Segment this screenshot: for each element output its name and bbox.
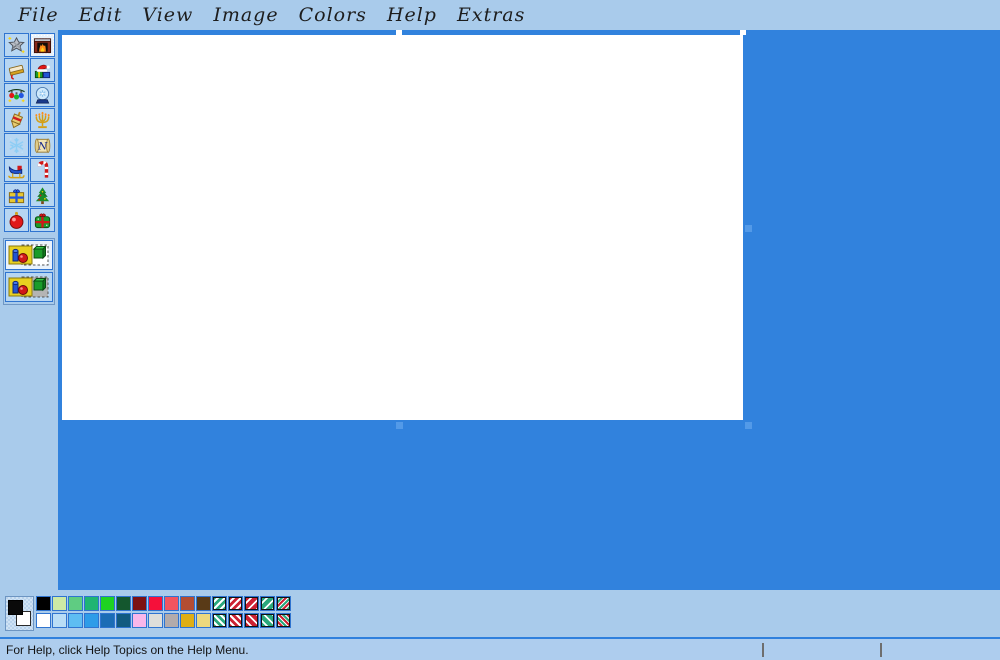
color-swatch[interactable]: [116, 596, 131, 611]
holiday-book-icon: [7, 61, 26, 80]
star-scissors-icon: [7, 36, 26, 55]
color-swatch[interactable]: [36, 596, 51, 611]
color-swatch[interactable]: [276, 596, 291, 611]
canvas-resize-handle-top[interactable]: [396, 30, 402, 35]
workspace: [58, 30, 1000, 590]
status-separator: [880, 643, 882, 657]
opaque-paste-icon: [7, 242, 51, 268]
menu-view[interactable]: View: [132, 4, 203, 26]
color-swatch[interactable]: [212, 613, 227, 628]
palette-row-bottom: [36, 613, 291, 628]
christmas-tree-icon: [33, 186, 52, 205]
color-swatch[interactable]: [100, 613, 115, 628]
color-swatch[interactable]: [68, 613, 83, 628]
polygon-tool[interactable]: [30, 183, 55, 207]
airbrush-tool[interactable]: [4, 133, 29, 157]
transparent-paste-icon: [7, 274, 51, 300]
tool-grid: N: [4, 33, 55, 232]
status-bar: For Help, click Help Topics on the Help …: [0, 637, 1000, 660]
menu-file[interactable]: File: [8, 4, 69, 26]
menorah-icon: [33, 111, 52, 130]
color-swatch[interactable]: [180, 613, 195, 628]
curve-tool[interactable]: [30, 158, 55, 182]
color-swatch[interactable]: [180, 596, 195, 611]
holiday-lights-icon: [7, 86, 26, 105]
drawing-canvas[interactable]: [62, 35, 743, 420]
color-swatch[interactable]: [148, 613, 163, 628]
color-swatch[interactable]: [52, 613, 67, 628]
canvas-resize-handle-bottom[interactable]: [396, 422, 403, 429]
tool-options-panel: [3, 238, 55, 305]
color-swatch[interactable]: [244, 613, 259, 628]
color-swatch[interactable]: [84, 613, 99, 628]
opaque-selection-option[interactable]: [5, 240, 53, 270]
menu-colors[interactable]: Colors: [289, 4, 377, 26]
sleigh-icon: [7, 161, 26, 180]
pick-color-tool[interactable]: [4, 83, 29, 107]
color-swatch[interactable]: [164, 596, 179, 611]
menu-help[interactable]: Help: [377, 4, 447, 26]
free-form-select-tool[interactable]: [4, 33, 29, 57]
menu-edit[interactable]: Edit: [69, 4, 133, 26]
menu-extras[interactable]: Extras: [447, 4, 535, 26]
color-swatch[interactable]: [100, 596, 115, 611]
scroll-icon: N: [33, 136, 52, 155]
main-area: N: [0, 30, 1000, 590]
snow-globe-icon: [33, 86, 52, 105]
canvas-resize-handle-right[interactable]: [745, 225, 752, 232]
color-swatch[interactable]: [212, 596, 227, 611]
eraser-tool[interactable]: [4, 58, 29, 82]
rectangle-tool[interactable]: [4, 183, 29, 207]
status-message: For Help, click Help Topics on the Help …: [6, 643, 249, 657]
color-swatch[interactable]: [196, 596, 211, 611]
color-swatch[interactable]: [260, 613, 275, 628]
color-swatch[interactable]: [244, 596, 259, 611]
brush-tool[interactable]: [30, 108, 55, 132]
color-swatch[interactable]: [196, 613, 211, 628]
foreground-color-swatch: [8, 600, 23, 615]
line-tool[interactable]: [4, 158, 29, 182]
dreidel-icon: [7, 111, 26, 130]
color-swatch[interactable]: [132, 596, 147, 611]
ornament-icon: [7, 211, 26, 230]
menu-image[interactable]: Image: [203, 4, 288, 26]
color-palette-bar: [0, 590, 1000, 637]
green-present-icon: [33, 211, 52, 230]
canvas-resize-handle-top-right[interactable]: [740, 30, 746, 35]
tool-box: N: [0, 30, 58, 590]
color-swatch[interactable]: [260, 596, 275, 611]
pencil-tool[interactable]: [4, 108, 29, 132]
palette-swatches: [36, 596, 291, 630]
magnifier-tool[interactable]: [30, 83, 55, 107]
color-swatch[interactable]: [228, 613, 243, 628]
color-swatch[interactable]: [164, 613, 179, 628]
color-swatch[interactable]: [52, 596, 67, 611]
rounded-rectangle-tool[interactable]: [30, 208, 55, 232]
paint-app-window: File Edit View Image Colors Help Extras: [0, 0, 1000, 660]
santa-hat-gifts-icon: [33, 61, 52, 80]
menu-bar: File Edit View Image Colors Help Extras: [0, 0, 1000, 30]
fill-with-color-tool[interactable]: [30, 58, 55, 82]
snowflake-icon: [7, 136, 26, 155]
color-swatch[interactable]: [68, 596, 83, 611]
color-swatch[interactable]: [116, 613, 131, 628]
current-colors-indicator: [5, 596, 34, 631]
color-swatch[interactable]: [132, 613, 147, 628]
gift-box-icon: [7, 186, 26, 205]
select-tool[interactable]: [30, 33, 55, 57]
color-swatch[interactable]: [148, 596, 163, 611]
status-separator: [762, 643, 764, 657]
text-tool[interactable]: N: [30, 133, 55, 157]
fireplace-icon: [33, 36, 52, 55]
color-swatch[interactable]: [84, 596, 99, 611]
ellipse-tool[interactable]: [4, 208, 29, 232]
candy-cane-icon: [33, 161, 52, 180]
color-swatch[interactable]: [276, 613, 291, 628]
transparent-selection-option[interactable]: [5, 272, 53, 302]
color-swatch[interactable]: [36, 613, 51, 628]
color-swatch[interactable]: [228, 596, 243, 611]
svg-text:N: N: [37, 140, 48, 152]
palette-row-top: [36, 596, 291, 611]
canvas-resize-handle-corner[interactable]: [745, 422, 752, 429]
